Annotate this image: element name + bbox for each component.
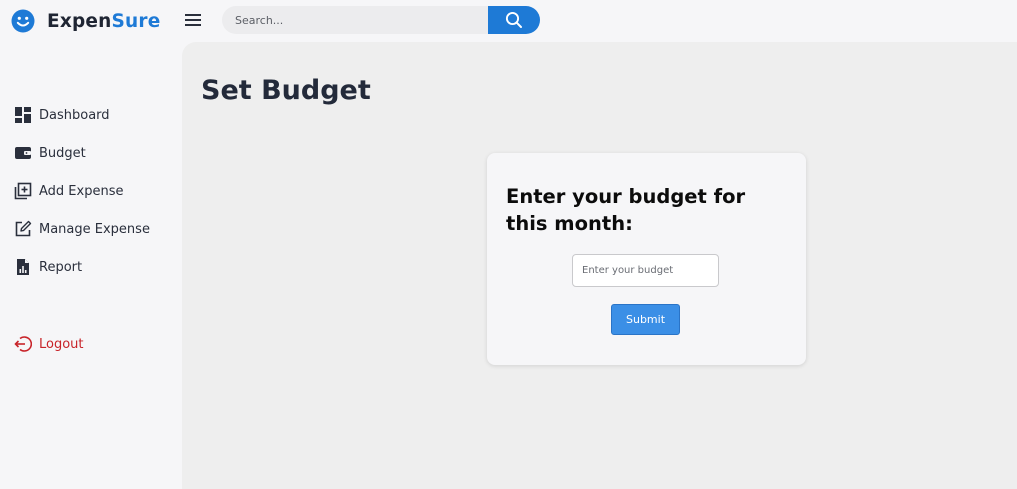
- sidebar-item-budget[interactable]: Budget: [14, 142, 86, 164]
- sidebar-item-manage-expense[interactable]: Manage Expense: [14, 218, 150, 240]
- sidebar-item-label: Budget: [39, 145, 86, 161]
- search-button[interactable]: [488, 6, 540, 34]
- logout-label: Logout: [39, 336, 84, 352]
- budget-card: Enter your budget for this month: Submit: [487, 153, 806, 365]
- sidebar-item-dashboard[interactable]: Dashboard: [14, 104, 110, 126]
- app-name-part2: Sure: [111, 10, 161, 32]
- logout-button[interactable]: Logout: [14, 333, 84, 355]
- edit-square-icon: [15, 220, 32, 237]
- app-logo[interactable]: ExpenSure: [11, 7, 161, 35]
- wallet-icon: [15, 147, 31, 159]
- app-name-part1: Expen: [47, 10, 112, 32]
- sidebar: Dashboard Budget Add Expense Manage Expe…: [0, 42, 182, 489]
- sidebar-item-report[interactable]: Report: [14, 256, 82, 278]
- smiley-face-icon: [11, 9, 35, 33]
- dashboard-grid-icon: [15, 107, 31, 123]
- sidebar-item-label: Dashboard: [39, 107, 110, 123]
- report-document-icon: [17, 259, 29, 275]
- search-bar: [222, 6, 540, 34]
- card-heading: Enter your budget for this month:: [506, 185, 746, 235]
- budget-input[interactable]: [572, 254, 719, 287]
- sidebar-item-add-expense[interactable]: Add Expense: [14, 180, 123, 202]
- logout-icon: [14, 336, 32, 352]
- search-icon: [505, 11, 522, 28]
- sidebar-item-label: Manage Expense: [39, 221, 150, 237]
- sidebar-item-label: Add Expense: [39, 183, 124, 199]
- app-name: ExpenSure: [47, 11, 161, 32]
- add-box-icon: [14, 182, 32, 200]
- hamburger-menu-icon[interactable]: [184, 12, 202, 28]
- main-content: Set Budget Enter your budget for this mo…: [182, 42, 1017, 489]
- page-title: Set Budget: [201, 75, 371, 106]
- top-bar: ExpenSure: [0, 0, 1017, 42]
- sidebar-item-label: Report: [39, 259, 83, 275]
- search-input[interactable]: [222, 6, 492, 34]
- submit-button[interactable]: Submit: [611, 304, 680, 335]
